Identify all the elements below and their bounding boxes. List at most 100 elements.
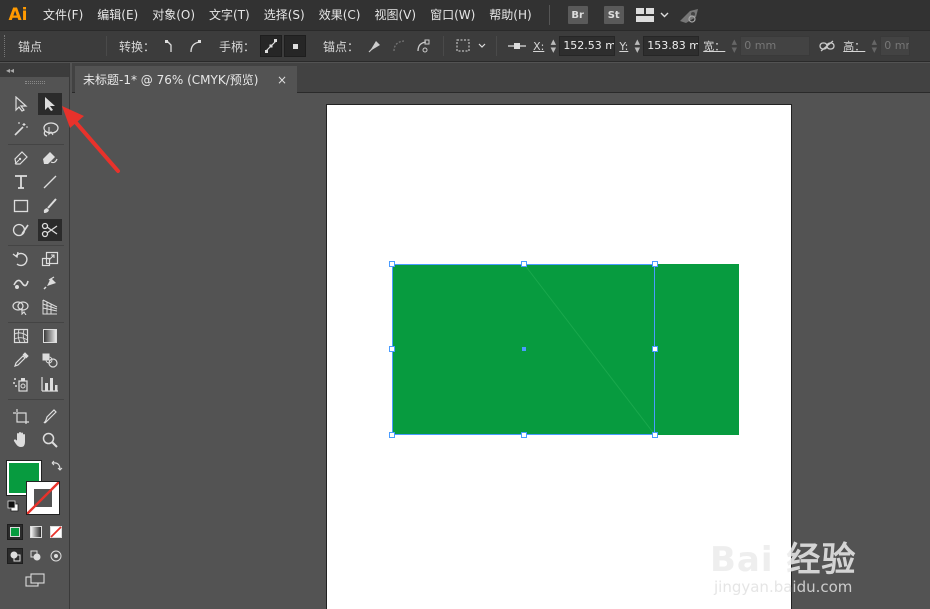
pen-tool-icon[interactable]	[9, 147, 33, 169]
gpu-rocket-icon[interactable]	[672, 0, 706, 30]
menu-file[interactable]: 文件(F)	[36, 0, 90, 30]
tools-collapse-button[interactable]: ◂◂	[0, 63, 69, 77]
chevron-down-icon[interactable]	[658, 0, 672, 30]
watermark-logo: Bai 经验	[710, 540, 857, 580]
handle-bottom-right[interactable]	[652, 432, 658, 438]
tool-separator	[8, 322, 64, 323]
mesh-tool-icon[interactable]	[9, 325, 33, 347]
menu-window[interactable]: 窗口(W)	[423, 0, 482, 30]
scale-tool-icon[interactable]	[38, 248, 62, 270]
draw-inside-button[interactable]	[48, 548, 64, 564]
convert-to-smooth-icon[interactable]	[184, 35, 206, 57]
color-mode-button[interactable]	[7, 524, 23, 540]
default-colors-icon[interactable]	[7, 500, 19, 512]
handle-middle-right[interactable]	[652, 346, 658, 352]
control-bar: 锚点 转换： 手柄： 锚点： X: ▲ ▼ 152.53 m Y: ▲ ▼ 15…	[0, 30, 930, 62]
menu-edit[interactable]: 编辑(E)	[90, 0, 145, 30]
show-handles-icon[interactable]	[260, 35, 283, 57]
menu-bar: Ai 文件(F) 编辑(E) 对象(O) 文字(T) 选择(S) 效果(C) 视…	[0, 0, 930, 30]
x-input[interactable]: 152.53 mm	[559, 36, 616, 56]
swap-fill-stroke-icon[interactable]	[51, 460, 63, 472]
width-label: 宽：	[703, 40, 726, 53]
hide-handles-icon[interactable]	[284, 35, 307, 57]
menu-type[interactable]: 文字(T)	[202, 0, 257, 30]
selection-tool-icon[interactable]	[9, 93, 33, 115]
handle-top-right[interactable]	[652, 261, 658, 267]
control-separator	[443, 36, 445, 56]
constrain-proportions-icon[interactable]	[816, 35, 838, 57]
artboard-tool-icon[interactable]	[9, 405, 33, 427]
rotate-tool-icon[interactable]	[9, 248, 33, 270]
y-spinner[interactable]: ▲ ▼	[631, 35, 643, 57]
menu-separator	[548, 5, 550, 25]
control-bar-grip[interactable]	[4, 35, 10, 57]
handle-top-left[interactable]	[389, 261, 395, 267]
workspace-layout-icon[interactable]	[632, 0, 658, 30]
menu-select[interactable]: 选择(S)	[257, 0, 312, 30]
x-label: X:	[533, 39, 545, 53]
direct-selection-tool-icon[interactable]	[38, 93, 62, 115]
width-input: 0 mm	[740, 36, 811, 56]
gradient-tool-icon[interactable]	[38, 325, 62, 347]
bridge-button[interactable]: Br	[567, 6, 588, 24]
line-segment-tool-icon[interactable]	[38, 171, 62, 193]
remove-anchor-icon[interactable]	[364, 35, 386, 57]
app-logo: Ai	[8, 5, 28, 25]
scissors-tool-icon[interactable]	[38, 219, 62, 241]
convert-label: 转换：	[119, 39, 156, 54]
column-graph-tool-icon[interactable]	[38, 373, 62, 395]
document-tab[interactable]: 未标题-1* @ 76% (CMYK/预览) ×	[75, 66, 297, 93]
convert-to-corner-icon[interactable]	[160, 35, 182, 57]
slice-tool-icon[interactable]	[38, 405, 62, 427]
tools-panel: ◂◂	[0, 63, 72, 609]
rectangle-tool-icon[interactable]	[9, 195, 33, 217]
screen-mode-button[interactable]	[24, 571, 46, 589]
anchor-label: 锚点：	[323, 39, 360, 54]
cut-path-icon[interactable]	[412, 35, 434, 57]
blend-tool-icon[interactable]	[38, 349, 62, 371]
x-spinner[interactable]: ▲ ▼	[547, 35, 559, 57]
isolate-selection-icon[interactable]	[453, 35, 475, 57]
puppet-warp-tool-icon[interactable]	[38, 272, 62, 294]
menu-help[interactable]: 帮助(H)	[482, 0, 538, 30]
curvature-tool-icon[interactable]	[38, 147, 62, 169]
none-mode-button[interactable]	[48, 524, 64, 540]
shaper-tool-icon[interactable]	[9, 219, 33, 241]
handle-bottom-middle[interactable]	[521, 432, 527, 438]
handle-middle-left[interactable]	[389, 346, 395, 352]
symbol-sprayer-tool-icon[interactable]	[9, 373, 33, 395]
tool-separator	[8, 399, 64, 400]
paintbrush-tool-icon[interactable]	[38, 195, 62, 217]
hand-tool-icon[interactable]	[9, 429, 33, 451]
control-separator	[106, 36, 108, 56]
warp-tool-icon[interactable]	[9, 272, 33, 294]
isolate-chevron-icon[interactable]	[477, 35, 487, 57]
eyedropper-tool-icon[interactable]	[9, 349, 33, 371]
align-to-icon[interactable]	[506, 35, 528, 57]
handle-top-middle[interactable]	[521, 261, 527, 267]
control-separator	[496, 36, 498, 56]
zoom-tool-icon[interactable]	[38, 429, 62, 451]
stock-button[interactable]: St	[603, 6, 624, 24]
menu-view[interactable]: 视图(V)	[367, 0, 423, 30]
shape-builder-tool-icon[interactable]	[9, 296, 33, 318]
menu-object[interactable]: 对象(O)	[145, 0, 202, 30]
lasso-tool-icon[interactable]	[38, 118, 62, 140]
menu-effect[interactable]: 效果(C)	[312, 0, 368, 30]
handle-bottom-left[interactable]	[389, 432, 395, 438]
y-input[interactable]: 153.83 mm	[643, 36, 700, 56]
height-input: 0 mm	[880, 36, 911, 56]
canvas-area[interactable]: Bai 经验 jingyan.baidu.com	[72, 94, 930, 609]
tools-panel-grip[interactable]	[0, 77, 69, 87]
connect-anchors-icon[interactable]	[388, 35, 410, 57]
draw-behind-button[interactable]	[28, 548, 44, 564]
stroke-swatch[interactable]	[26, 481, 60, 515]
gradient-mode-button[interactable]	[28, 524, 44, 540]
magic-wand-tool-icon[interactable]	[9, 118, 33, 140]
height-spinner: ▲ ▼	[871, 38, 877, 54]
perspective-grid-tool-icon[interactable]	[38, 296, 62, 318]
close-icon[interactable]: ×	[275, 73, 289, 87]
draw-normal-button[interactable]	[7, 548, 23, 564]
type-tool-icon[interactable]	[9, 171, 33, 193]
height-label: 高：	[843, 40, 866, 53]
